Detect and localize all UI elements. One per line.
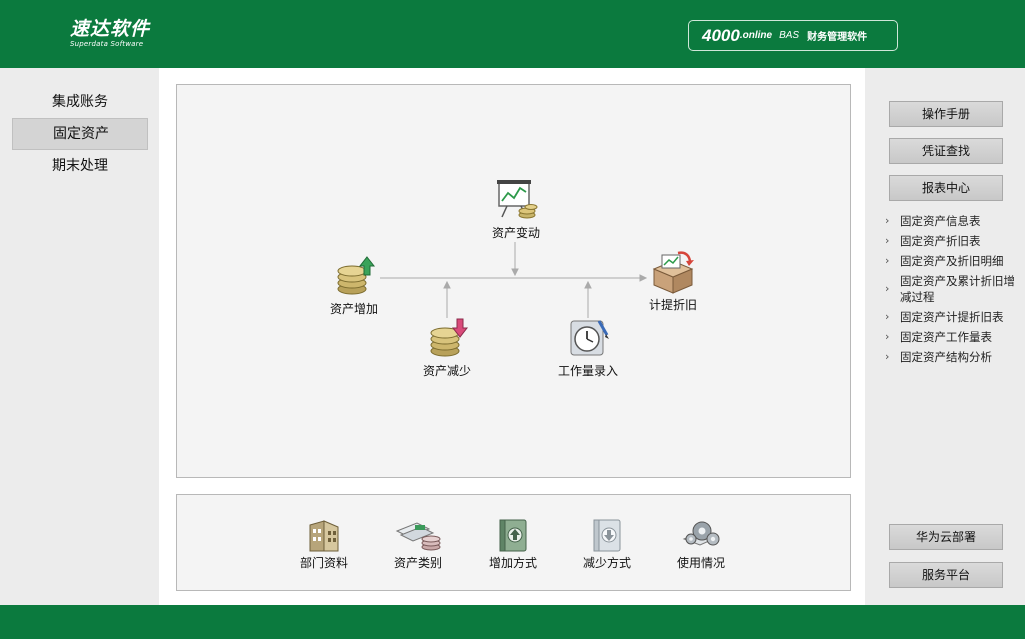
tool-label-usage-status: 使用情况: [676, 556, 725, 570]
left-sidebar: 集成账务 固定资产 期末处理: [0, 68, 159, 605]
flow-label-asset-add: 资产增加: [329, 302, 378, 316]
book-up-icon: [499, 519, 527, 552]
nav-item-fixed-assets[interactable]: 固定资产: [12, 118, 148, 150]
report-item-asset-info[interactable]: › 固定资产信息表: [885, 213, 1025, 229]
logo-cn-text: 速达软件: [70, 18, 151, 40]
chevron-right-icon: ›: [885, 282, 890, 295]
top-header: 速达软件 Superdata Software 4000 .online BAS…: [0, 0, 1025, 68]
badge-bas: BAS: [779, 30, 800, 41]
nav-item-period-end[interactable]: 期末处理: [12, 150, 148, 182]
tool-add-method[interactable]: 增加方式: [468, 517, 558, 571]
chevron-right-icon: ›: [885, 310, 890, 323]
voucher-search-button[interactable]: 凭证查找: [889, 138, 1003, 164]
gears-icon: [682, 521, 720, 546]
flow-node-asset-change[interactable]: 资产变动: [471, 177, 561, 241]
logo-en-text: Superdata Software: [70, 40, 144, 48]
chevron-right-icon: ›: [885, 214, 890, 227]
tool-department-data[interactable]: 部门资料: [279, 517, 369, 571]
report-item-asset-detail[interactable]: › 固定资产及折旧明细: [885, 253, 1025, 269]
badge-online: .online: [739, 30, 773, 41]
flow-node-depreciation[interactable]: 计提折旧: [628, 249, 718, 313]
coins-down-icon: [430, 318, 469, 357]
cards-coins-icon: [395, 522, 441, 551]
tool-asset-category[interactable]: 资产类别: [373, 517, 463, 571]
service-platform-button[interactable]: 服务平台: [889, 562, 1003, 588]
tool-usage-status[interactable]: 使用情况: [656, 517, 746, 571]
tool-label-department-data: 部门资料: [299, 556, 348, 570]
manual-button[interactable]: 操作手册: [889, 101, 1003, 127]
chevron-right-icon: ›: [885, 350, 890, 363]
flow-label-workload: 工作量录入: [557, 364, 618, 378]
report-label: 固定资产工作量表: [900, 330, 992, 344]
product-badge: 4000 .online BAS 财务管理软件: [688, 20, 898, 51]
report-item-provision[interactable]: › 固定资产计提折旧表: [885, 309, 1025, 325]
report-center-button[interactable]: 报表中心: [889, 175, 1003, 201]
building-icon: [309, 520, 339, 552]
chevron-right-icon: ›: [885, 330, 890, 343]
flow-node-asset-reduce[interactable]: 资产减少: [402, 315, 492, 379]
book-down-icon: [593, 519, 621, 552]
tool-reduce-method[interactable]: 减少方式: [562, 517, 652, 571]
chart-board-icon: [497, 180, 538, 219]
flow-node-workload[interactable]: 工作量录入: [543, 315, 633, 379]
flow-label-depreciation: 计提折旧: [648, 298, 697, 312]
report-label: 固定资产及折旧明细: [900, 254, 1004, 268]
box-chart-icon: [652, 251, 694, 294]
report-label: 固定资产计提折旧表: [900, 310, 1004, 324]
report-label: 固定资产信息表: [900, 214, 981, 228]
flow-connectors: [380, 242, 648, 318]
badge-product-name: 财务管理软件: [807, 32, 868, 43]
nav-item-integrated-accounting[interactable]: 集成账务: [12, 86, 148, 118]
main-content: 资产变动 资产增加 计提折旧 资产减少 工作量录入 部门资料 资产类别 增加方式…: [159, 68, 865, 605]
coins-up-icon: [337, 256, 376, 295]
flow-label-asset-reduce: 资产减少: [422, 364, 471, 378]
report-list: › 固定资产信息表 › 固定资产折旧表 › 固定资产及折旧明细 › 固定资产及累计折旧增…: [885, 213, 1025, 369]
badge-number: 4000: [702, 25, 740, 45]
basic-settings-panel: 部门资料 资产类别 增加方式 减少方式 使用情况: [176, 494, 851, 591]
chevron-right-icon: ›: [885, 254, 890, 267]
workflow-panel: 资产变动 资产增加 计提折旧 资产减少 工作量录入: [176, 84, 851, 478]
bottom-footer: [0, 605, 1025, 639]
tool-label-reduce-method: 减少方式: [582, 556, 631, 570]
tool-label-add-method: 增加方式: [488, 556, 537, 570]
clock-pen-icon: [570, 320, 609, 356]
huawei-cloud-button[interactable]: 华为云部署: [889, 524, 1003, 550]
chevron-right-icon: ›: [885, 234, 890, 247]
brand-logo: 速达软件 Superdata Software: [70, 18, 150, 48]
report-label: 固定资产折旧表: [900, 234, 981, 248]
report-item-depreciation[interactable]: › 固定资产折旧表: [885, 233, 1025, 249]
report-item-accumulated-change[interactable]: › 固定资产及累计折旧增减过程: [885, 273, 1025, 305]
report-label: 固定资产结构分析: [900, 350, 992, 364]
right-sidebar: 操作手册 凭证查找 报表中心 › 固定资产信息表 › 固定资产折旧表 › 固定资产及折…: [865, 68, 1025, 605]
flow-label-asset-change: 资产变动: [491, 226, 540, 240]
report-label: 固定资产及累计折旧增减过程: [900, 274, 1015, 304]
flow-node-asset-add[interactable]: 资产增加: [309, 253, 399, 317]
report-item-structure[interactable]: › 固定资产结构分析: [885, 349, 1025, 365]
tool-label-asset-category: 资产类别: [393, 556, 442, 570]
report-item-workload[interactable]: › 固定资产工作量表: [885, 329, 1025, 345]
